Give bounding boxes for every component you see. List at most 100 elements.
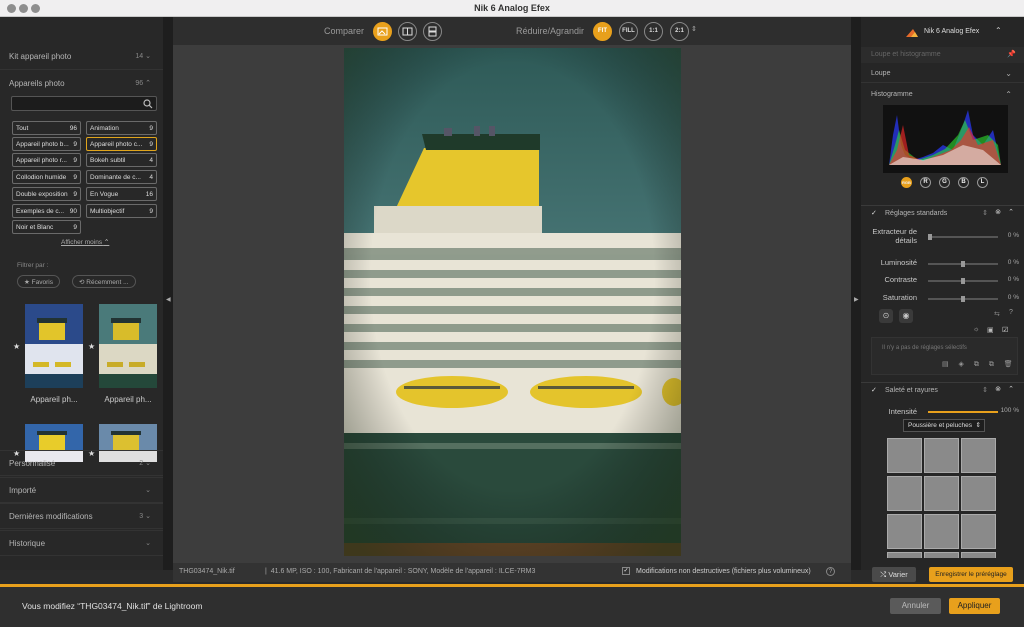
texture-option[interactable] [924,476,959,511]
histogram-channel-button[interactable]: R [920,177,931,188]
zoom-fit-button[interactable]: FIT [593,22,612,41]
shuffle-icon: ⤭ [880,570,887,579]
search-input[interactable] [11,96,157,111]
status-metadata: | 41.6 MP, ISO : 100, Fabricant de l'app… [265,568,536,575]
slider-thumb[interactable] [961,296,965,302]
histogram-channel-button[interactable]: L [977,177,988,188]
standard-enabled-checkbox[interactable]: ✓ [871,209,877,217]
favorite-star-icon[interactable]: ★ [88,342,95,351]
status-filename: THG03474_Nik.tif [179,568,235,575]
help-icon[interactable]: ? [1009,309,1013,316]
category-chip[interactable]: Double exposition 9 [12,187,81,201]
category-chip[interactable]: Noir et Blanc 9 [12,220,81,234]
adjustment-slider[interactable] [928,261,998,267]
cancel-button[interactable]: Annuler [890,598,941,614]
filter-favorites-button[interactable]: ★ Favoris [17,275,60,288]
histogram-channel-button[interactable]: G [939,177,950,188]
category-chip[interactable]: Animation 9 [86,121,157,135]
chevron-down-icon: ⌄ [145,540,151,547]
dirt-enabled-checkbox[interactable]: ✓ [871,386,877,394]
texture-option[interactable] [887,438,922,473]
left-section-header[interactable]: Importé ⌄ [0,477,163,503]
chevron-down-icon: ⌄ [145,487,151,494]
preset-thumbnail-1[interactable] [25,304,83,388]
intensity-slider[interactable] [928,411,998,413]
adjustment-slider[interactable] [928,234,998,240]
histogram-header[interactable]: Histogramme ⌃ [861,87,1024,105]
nondestructive-checkbox[interactable]: ✓ [622,567,630,575]
adjustment-slider[interactable] [928,278,998,284]
histogram-channel-button[interactable]: B [958,177,969,188]
compare-split-view-button[interactable] [398,22,417,41]
slider-thumb[interactable] [961,278,965,284]
status-bar: THG03474_Nik.tif | 41.6 MP, ISO : 100, F… [173,563,851,582]
show-mask-icon[interactable]: ☼ [973,326,979,333]
chevron-up-icon: ⌃ [1008,209,1014,216]
category-chip[interactable]: En Vogue 16 [86,187,157,201]
zoom-1-1-button[interactable]: 1:1 [644,22,663,41]
compare-side-by-side-button[interactable] [423,22,442,41]
appareils-section-header[interactable]: Appareils photo 96 ⌃ [0,71,163,97]
histogram-channel-button[interactable]: RGB [901,177,912,188]
search-icon[interactable] [143,99,153,109]
category-chip[interactable]: Appareil photo r... 9 [12,153,81,167]
standard-settings-header[interactable]: ✓ Réglages standards ⇕ ⊗ ⌃ [861,207,1024,223]
vary-button[interactable]: ⤭ Varier [872,567,916,582]
left-section-header[interactable]: Dernières modifications 3 ⌄ [0,503,163,529]
help-icon[interactable]: ? [826,567,835,576]
editing-message: Vous modifiez “THG03474_Nik.tif” de Ligh… [22,601,203,611]
texture-option[interactable] [924,514,959,549]
mask-overlay-icon[interactable]: ▣ [987,326,994,334]
texture-option[interactable] [961,438,996,473]
category-chip[interactable]: Dominante de c... 4 [86,170,157,184]
left-section-header[interactable]: Historique ⌄ [0,530,163,556]
slider-thumb[interactable] [961,261,965,267]
show-less-link[interactable]: Afficher moins ⌃ [61,238,109,246]
kit-section-header[interactable]: Kit appareil photo 14 ⌄ [0,44,163,70]
category-chip[interactable]: Appareil photo c... 9 [86,137,157,151]
compare-single-view-button[interactable] [373,22,392,41]
texture-option[interactable] [924,438,959,473]
control-point-add-icon[interactable]: ⊙ [879,309,893,323]
category-chip[interactable]: Bokeh subtil 4 [86,153,157,167]
loupe-header[interactable]: Loupe ⌄ [861,65,1024,83]
chevron-up-icon: ⌃ [1008,386,1014,393]
category-chip[interactable]: Appareil photo b... 9 [12,137,81,151]
slider-value: 0 % [1007,276,1019,283]
preset-thumbnail-2[interactable] [99,304,157,388]
loupe-histogram-header[interactable]: Loupe et histogramme 📌 [861,47,1024,63]
left-section-header[interactable]: Personnalisé 2 ⌄ [0,450,163,476]
slider-thumb[interactable] [928,234,932,240]
zoom-stepper-icon[interactable]: ⇕ [691,25,697,33]
top-toolbar [173,17,851,45]
category-chip[interactable]: Collodion humide 9 [12,170,81,184]
dust-preset-select[interactable]: Poussière et peluches ⇕ [903,419,985,432]
texture-option[interactable] [887,514,922,549]
category-chip[interactable]: Multiobjectif 9 [86,204,157,218]
collapse-left-icon: ◀ [166,297,171,303]
dirt-scratches-header[interactable]: ✓ Saleté et rayures ⇕ ⊗ ⌃ [861,384,1024,400]
filter-recent-button[interactable]: ⟲ Récemment ... [72,275,136,288]
texture-option[interactable] [961,514,996,549]
texture-option[interactable] [961,476,996,511]
category-chip[interactable]: Tout 96 [12,121,81,135]
control-point-subtract-icon[interactable]: ◉ [899,309,913,323]
category-chip[interactable]: Exemples de c... 90 [12,204,81,218]
save-preset-button[interactable]: Enregistrer le préréglage [929,567,1013,582]
left-panel-toggle[interactable]: ◀ [163,17,173,570]
slider-value: 0 % [1007,232,1019,239]
thumbnail-caption: Appareil ph... [104,395,152,404]
photo-preview[interactable] [344,48,681,556]
compare-filter-icon[interactable]: ⇆ [994,310,1000,318]
collapse-all-icon[interactable]: ⌃ [995,26,1002,35]
right-panel-toggle[interactable]: ▶ [851,17,861,570]
zoom-fill-button[interactable]: FILL [619,22,638,41]
mask-check-icon[interactable]: ☑ [1002,326,1008,334]
slider-label: Contraste [884,275,917,284]
zoom-2-1-button[interactable]: 2:1 [670,22,689,41]
texture-option[interactable] [887,476,922,511]
selective-tools-icons[interactable]: ▤ ◈ ⧉ ⧉ 🗑 [942,360,1017,369]
apply-button[interactable]: Appliquer [949,598,1000,614]
favorite-star-icon[interactable]: ★ [13,342,20,351]
adjustment-slider[interactable] [928,296,998,302]
